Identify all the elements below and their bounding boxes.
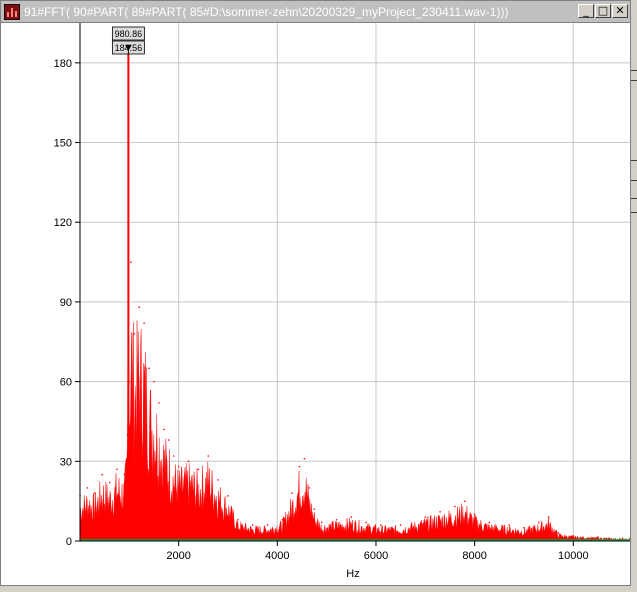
spectrum-point [365, 521, 367, 524]
x-tick-label: 2000 [166, 550, 190, 562]
spectrum-point [308, 487, 311, 489]
x-tick-label: 10000 [558, 550, 589, 562]
spectrum-point [557, 532, 560, 534]
window-title: 91#FFT( 90#PART( 89#PART( 85#D:\sommer-z… [24, 5, 509, 19]
spectrum-point [148, 367, 150, 370]
fft-chart[interactable]: 0 30 60 90 120 150 180 2000 4000 6000 8000 10000 98… [1, 23, 630, 586]
app-icon[interactable] [4, 4, 20, 20]
spectrum-point [133, 333, 136, 335]
spectrum-point [101, 473, 103, 476]
y-tick-label: 0 [66, 536, 72, 548]
spectrum-point [177, 465, 180, 468]
spectrum-point [350, 516, 353, 518]
y-tick-label: 180 [54, 58, 72, 70]
spectrum-point [227, 495, 229, 497]
spectrum-point [463, 500, 466, 502]
spectrum-point [313, 508, 316, 510]
y-tick-label: 150 [54, 138, 72, 150]
x-tick-label: 6000 [364, 550, 388, 562]
x-tick-label: 4000 [265, 550, 289, 562]
spectrum-point [298, 465, 301, 468]
spectrum-point [424, 516, 427, 518]
spectrum-point [143, 322, 145, 324]
spectrum-point [547, 516, 550, 518]
spectrum-point [537, 521, 540, 524]
close-button[interactable]: ✕ [612, 4, 628, 18]
spectrum-point [153, 380, 155, 383]
spectrum-point [167, 439, 170, 441]
x-tick-label: 8000 [462, 550, 486, 562]
background-window-edge [631, 0, 637, 592]
spectrum-point [86, 487, 89, 489]
y-tick-label: 60 [60, 377, 72, 389]
spectrum-point [320, 521, 323, 524]
title-bar[interactable]: 91#FFT( 90#PART( 89#PART( 85#D:\sommer-z… [1, 1, 630, 23]
spectrum-point [251, 524, 254, 526]
spectrum-point [473, 513, 476, 516]
spectrum-point [158, 402, 160, 404]
spectrum-point [572, 534, 575, 537]
spectrum-point [207, 455, 210, 457]
spectrum-point [217, 479, 219, 481]
spectrum-point [172, 455, 175, 457]
spectrum-point [488, 521, 491, 524]
y-tick-label: 120 [54, 217, 72, 229]
spectrum-point [187, 460, 190, 463]
background-window-edge-bottom [0, 586, 637, 592]
spectrum-point [597, 536, 599, 538]
spectrum-point [123, 473, 126, 476]
spectrum-point [108, 481, 111, 484]
y-tick-label: 30 [60, 456, 72, 468]
spectrum-point [454, 505, 456, 508]
spectrum-point [116, 468, 118, 471]
spectrum-point [130, 261, 132, 263]
spectrum-point [335, 518, 338, 521]
spectrum-point [621, 537, 624, 540]
spectrum-point [439, 510, 441, 513]
maximize-button[interactable]: □ [595, 4, 611, 18]
spectrum-point [266, 524, 269, 526]
spectrum-point [138, 306, 140, 309]
spectrum-point [303, 457, 306, 460]
plot-background [80, 23, 630, 541]
spectrum-point [399, 524, 402, 526]
spectrum-point [163, 428, 165, 431]
spectrum-point [237, 518, 239, 521]
minimize-button[interactable]: _ [578, 4, 594, 18]
chart-grid [80, 23, 630, 542]
spectrum-point [93, 492, 96, 494]
spectrum-point [508, 524, 510, 526]
spectrum-point [281, 518, 284, 521]
fft-window: 91#FFT( 90#PART( 89#PART( 85#D:\sommer-z… [0, 0, 631, 586]
marker-x-value: 980.86 [115, 29, 143, 39]
x-axis-label: Hz [346, 568, 359, 580]
spectrum-point [380, 524, 382, 526]
spectrum-point [523, 526, 525, 529]
spectrum-point [291, 492, 293, 494]
y-tick-label: 90 [60, 297, 72, 309]
spectrum-point [197, 468, 200, 471]
